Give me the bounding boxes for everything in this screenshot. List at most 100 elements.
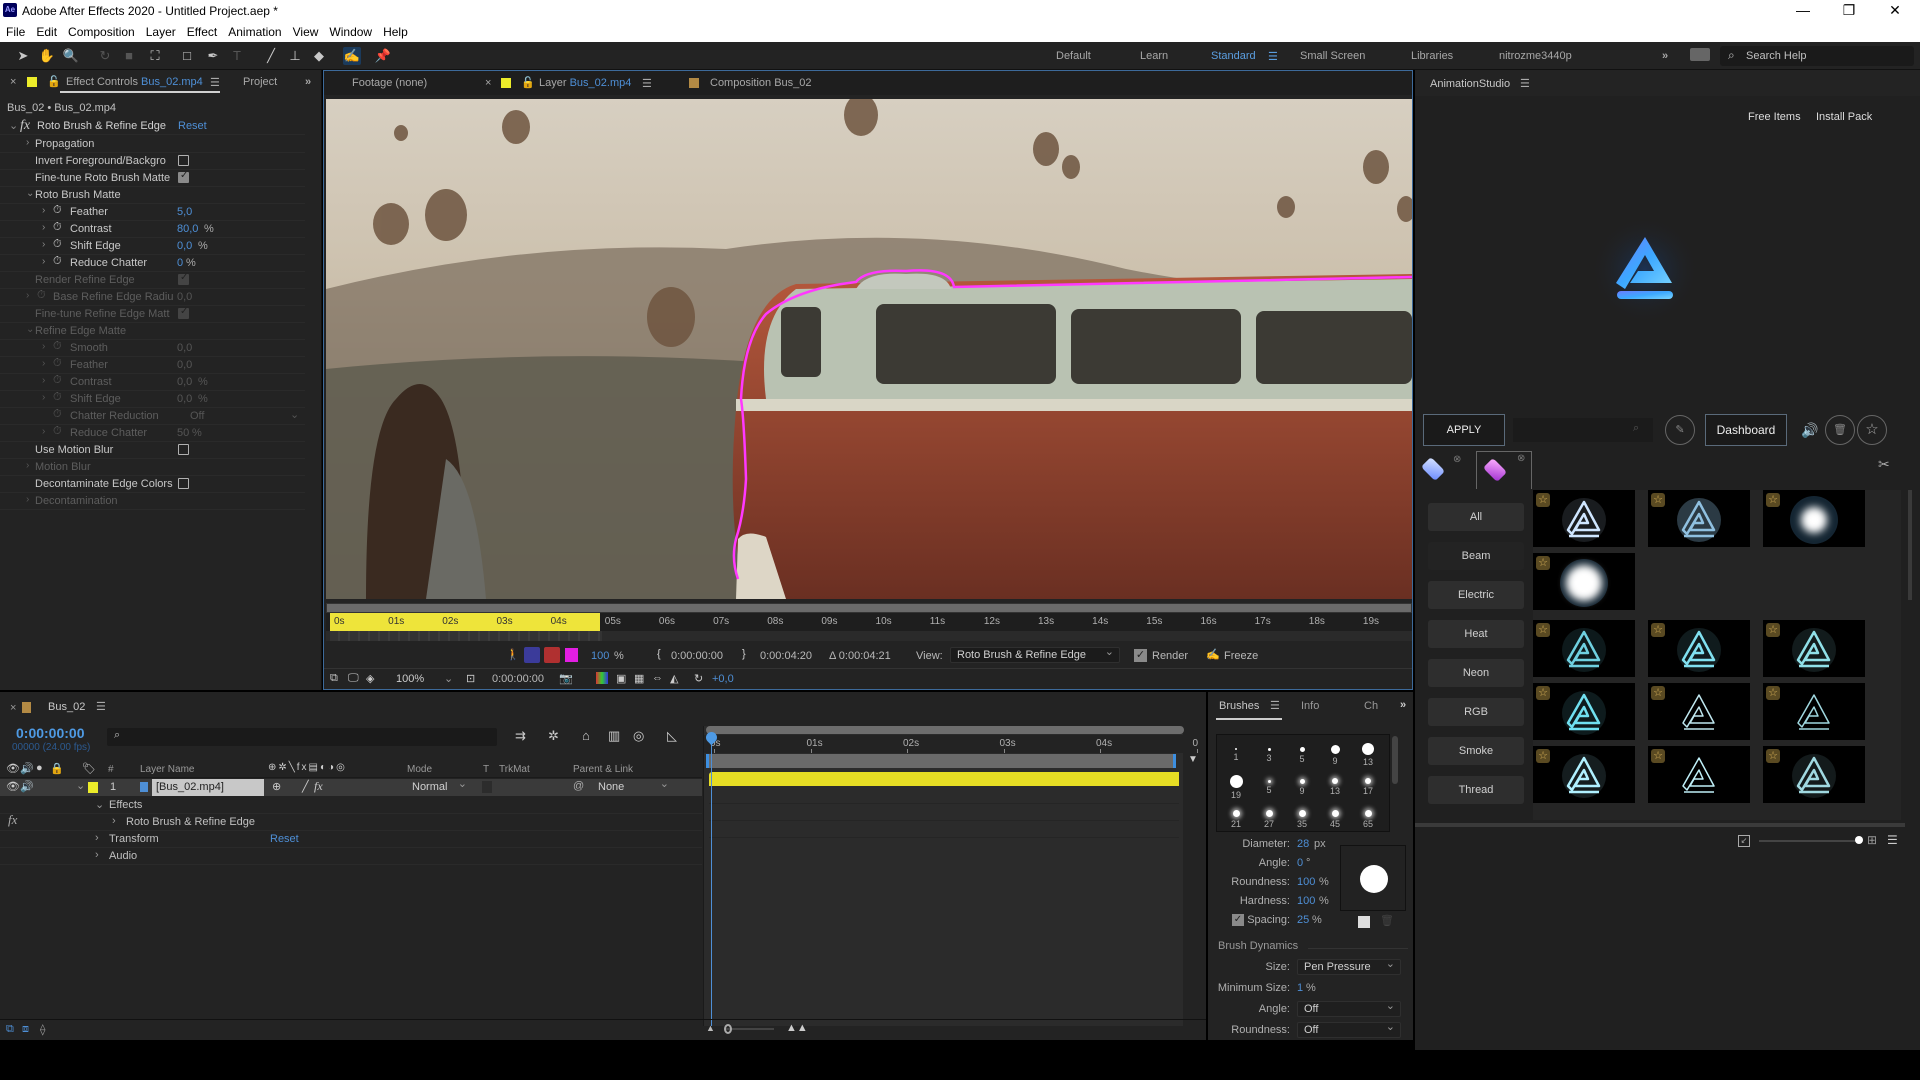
transform-reset-link[interactable]: Reset bbox=[270, 833, 299, 845]
property-checkbox[interactable] bbox=[178, 306, 189, 319]
effect-thumbnail[interactable]: ☆ bbox=[1763, 620, 1865, 677]
twirl-icon[interactable]: › bbox=[42, 426, 45, 437]
favorite-star-icon[interactable]: ☆ bbox=[1766, 749, 1780, 763]
expand-icon[interactable]: › bbox=[26, 494, 29, 505]
favorite-star-icon[interactable]: ☆ bbox=[1766, 493, 1780, 507]
effect-search-input[interactable]: ⌕ bbox=[1513, 418, 1653, 442]
thumb-size-handle[interactable] bbox=[1855, 836, 1863, 844]
property-value[interactable]: 5,0 bbox=[177, 206, 192, 218]
twirl-icon[interactable]: › bbox=[42, 341, 45, 352]
property-value[interactable]: 0 bbox=[177, 257, 183, 269]
quality-switch-icon[interactable]: ╱ bbox=[302, 780, 309, 793]
property-value[interactable]: 80,0 bbox=[177, 223, 198, 235]
stopwatch-icon[interactable]: ⏱ bbox=[53, 238, 62, 251]
brush-preset[interactable]: 35 bbox=[1286, 801, 1318, 833]
effect-property-row[interactable]: › ⏱ Feather 0,0 bbox=[0, 357, 305, 374]
panel-menu-icon[interactable]: ☰ bbox=[210, 76, 220, 89]
effect-thumbnail[interactable]: ☆ bbox=[1648, 490, 1750, 547]
close-pack-icon[interactable]: ⊗ bbox=[1517, 453, 1525, 464]
blend-mode-dropdown[interactable]: Normal bbox=[406, 777, 472, 796]
col-layer-name[interactable]: Layer Name bbox=[140, 764, 194, 775]
layer-name[interactable]: [Bus_02.mp4] bbox=[152, 779, 264, 796]
install-pack-link[interactable]: Install Pack bbox=[1816, 111, 1872, 123]
menu-animation[interactable]: Animation bbox=[222, 22, 286, 39]
pick-whip-icon[interactable]: @ bbox=[573, 780, 584, 792]
lock-icon[interactable]: 🔓 bbox=[47, 75, 61, 88]
free-items-link[interactable]: Free Items bbox=[1748, 111, 1801, 123]
category-thread[interactable]: Thread bbox=[1428, 776, 1524, 804]
background-matte-icon[interactable] bbox=[544, 647, 560, 663]
layer-row[interactable]: 👁 🔊 ⌄ 1 [Bus_02.mp4] ⊕ ╱ fx Normal @ Non… bbox=[0, 777, 702, 796]
add-preset-icon[interactable]: ✎ bbox=[1665, 415, 1695, 445]
workspace-libraries[interactable]: Libraries bbox=[1411, 50, 1453, 62]
effect-property-row[interactable]: ⌄ Roto Brush Matte bbox=[0, 187, 305, 204]
comp-marker-icon[interactable]: ▼ bbox=[1188, 754, 1198, 765]
effect-property-row[interactable]: › Decontamination bbox=[0, 493, 305, 510]
expand-icon[interactable]: › bbox=[26, 137, 29, 148]
brush-tool-icon[interactable]: ╱ bbox=[262, 47, 280, 65]
effect-property-row[interactable]: › ⏱ Reduce Chatter 50% bbox=[0, 425, 305, 442]
time-navigator-bar[interactable] bbox=[706, 726, 1184, 734]
stopwatch-icon[interactable]: ⏱ bbox=[53, 425, 62, 438]
stopwatch-icon[interactable]: ⏱ bbox=[53, 340, 62, 353]
dyn-angle-dropdown[interactable]: Off bbox=[1297, 999, 1401, 1017]
panel-overflow-icon[interactable]: » bbox=[1400, 699, 1406, 711]
lock-icon[interactable]: 🔓 bbox=[521, 76, 535, 89]
workspace-custom[interactable]: nitrozme3440p bbox=[1499, 50, 1572, 62]
twirl-icon[interactable]: › bbox=[42, 222, 45, 233]
delete-icon[interactable]: 🗑 bbox=[1825, 415, 1855, 445]
mask-visibility-icon[interactable]: ◈ bbox=[366, 672, 374, 685]
effect-thumbnail[interactable]: ☆ bbox=[1648, 746, 1750, 803]
favorite-star-icon[interactable]: ☆ bbox=[1651, 749, 1665, 763]
always-preview-icon[interactable]: ⧉ bbox=[330, 672, 338, 685]
menu-edit[interactable]: Edit bbox=[30, 22, 62, 39]
layer-audio-icon[interactable]: 🔊 bbox=[20, 780, 34, 793]
effect-property-row[interactable]: Fine-tune Roto Brush Matte bbox=[0, 170, 305, 187]
frame-blending-icon[interactable]: ▥ bbox=[608, 728, 620, 744]
panel-title[interactable]: AnimationStudio bbox=[1430, 78, 1510, 90]
close-panel-icon[interactable]: × bbox=[10, 76, 16, 88]
close-layer-tab-icon[interactable]: × bbox=[485, 77, 491, 89]
overlay-opacity[interactable]: 100 bbox=[591, 650, 609, 662]
workspace-menu-icon[interactable]: ☰ bbox=[1268, 50, 1278, 63]
twirl-icon[interactable]: › bbox=[42, 256, 45, 267]
audio-header-icon[interactable]: 🔊 bbox=[20, 762, 34, 775]
property-checkbox[interactable] bbox=[178, 478, 189, 489]
twirl-icon[interactable]: › bbox=[42, 205, 45, 216]
sync-settings-icon[interactable] bbox=[1690, 48, 1710, 61]
workspace-default[interactable]: Default bbox=[1056, 50, 1091, 62]
rectangle-tool-icon[interactable]: □ bbox=[178, 47, 196, 65]
favorite-star-icon[interactable]: ☆ bbox=[1536, 749, 1550, 763]
channels-icon[interactable] bbox=[596, 672, 608, 684]
tab-info[interactable]: Info bbox=[1301, 700, 1319, 712]
lock-header-icon[interactable]: 🔒 bbox=[50, 762, 64, 775]
col-parent[interactable]: Parent & Link bbox=[573, 764, 633, 775]
pack-tab-blue[interactable] bbox=[1419, 455, 1449, 485]
property-group-row[interactable]: › Transform Reset bbox=[0, 831, 702, 848]
col-trkmat[interactable]: TrkMat bbox=[499, 764, 530, 775]
label-header-icon[interactable]: 🏷 bbox=[82, 762, 96, 775]
category-smoke[interactable]: Smoke bbox=[1428, 737, 1524, 765]
foreground-matte-icon[interactable] bbox=[524, 647, 540, 663]
brush-preset[interactable]: 13 bbox=[1319, 769, 1351, 801]
set-out-point-icon[interactable]: } bbox=[742, 648, 746, 660]
favorite-star-icon[interactable]: ☆ bbox=[1651, 623, 1665, 637]
brush-preset[interactable]: 1 bbox=[1220, 737, 1252, 769]
brush-preset[interactable]: 13 bbox=[1352, 737, 1384, 769]
effect-reset-link[interactable]: Reset bbox=[178, 120, 207, 132]
motion-blur-icon[interactable]: ◎ bbox=[633, 728, 644, 744]
stopwatch-icon[interactable]: ⏱ bbox=[53, 221, 62, 234]
selection-tool-icon[interactable]: ➤ bbox=[14, 47, 32, 65]
category-rgb[interactable]: RGB bbox=[1428, 698, 1524, 726]
camera-tool-icon[interactable]: ■ bbox=[120, 47, 138, 65]
brush-preset[interactable]: 65 bbox=[1352, 801, 1384, 833]
comp-tab[interactable]: Bus_02 bbox=[48, 701, 85, 713]
favorite-star-icon[interactable]: ☆ bbox=[1536, 556, 1550, 570]
reset-exposure-icon[interactable]: ↻ bbox=[694, 672, 703, 685]
effect-thumbnail[interactable]: ☆ bbox=[1763, 683, 1865, 740]
apply-button[interactable]: APPLY bbox=[1423, 414, 1505, 446]
property-value[interactable]: 0,0 bbox=[177, 342, 192, 354]
panel-overflow-icon[interactable]: » bbox=[305, 76, 311, 88]
restore-button[interactable]: ❐ bbox=[1826, 0, 1872, 22]
property-value[interactable]: 0,0 bbox=[177, 359, 192, 371]
